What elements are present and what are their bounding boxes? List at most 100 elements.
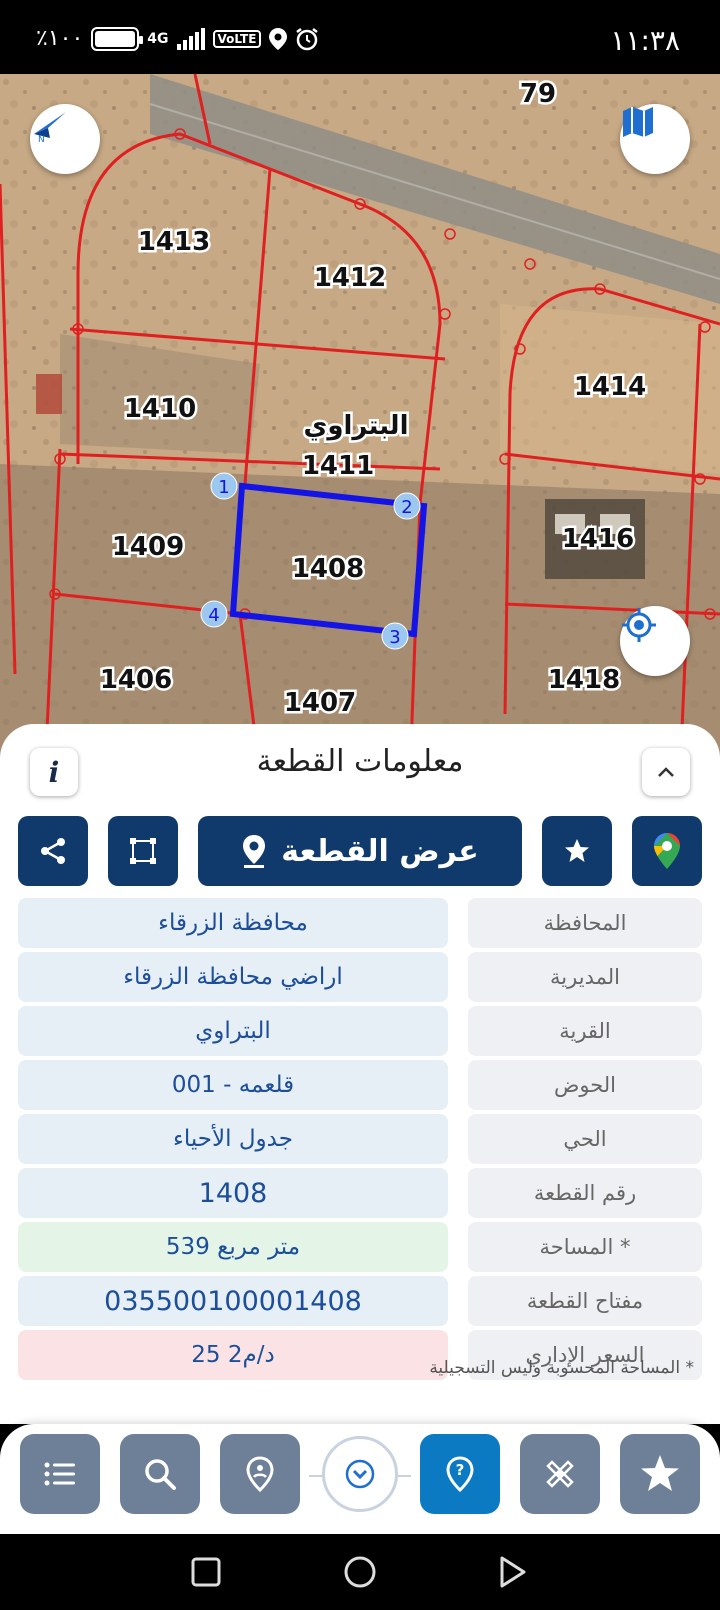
village-label: البتراوي [304, 411, 409, 441]
measure-button[interactable] [520, 1434, 600, 1514]
sheet-title: معلومات القطعة [256, 744, 464, 779]
satellite-map[interactable]: 1 2 3 4 1413 1412 1410 1411 1414 1409 14… [0, 74, 720, 774]
detail-value: البتراوي [18, 1006, 448, 1056]
parcel-number[interactable]: 1413 [135, 225, 212, 260]
compass-icon: N [34, 112, 66, 144]
detail-row-area: 539 متر مربع المساحة * [18, 1222, 702, 1272]
google-maps-button[interactable] [632, 816, 702, 886]
detail-value: 035500100001408 [18, 1276, 448, 1326]
location-pin-icon [246, 1456, 274, 1492]
collapse-button[interactable] [642, 748, 690, 796]
detail-value: اراضي محافظة الزرقاء [18, 952, 448, 1002]
chevron-down-icon [345, 1459, 375, 1489]
detail-row-village: البتراوي القرية [18, 1006, 702, 1056]
clock: ١١:٣٨ [610, 24, 680, 57]
battery-percent: ٪١٠٠ [36, 26, 84, 51]
parcel-number[interactable]: 79 [517, 77, 558, 112]
detail-row-parcel-key: 035500100001408 مفتاح القطعة [18, 1276, 702, 1326]
detail-label: المحافظة [468, 898, 702, 948]
show-parcel-button[interactable]: عرض القطعة [198, 816, 522, 886]
search-icon [145, 1459, 176, 1490]
favorite-button[interactable] [542, 816, 612, 886]
detail-label: الحوض [468, 1060, 702, 1110]
detail-value: 25 د/م2 [18, 1330, 448, 1380]
compass-button[interactable]: N [30, 104, 100, 174]
parcel-number[interactable]: 1408 [289, 552, 366, 587]
parcel-number[interactable]: 1418 [545, 663, 622, 698]
search-button[interactable] [120, 1434, 200, 1514]
detail-row-neighborhood: جدول الأحياء الحي [18, 1114, 702, 1164]
star-icon [565, 839, 589, 862]
list-icon [44, 1462, 75, 1486]
location-status-icon [269, 27, 288, 50]
detail-value: قلعمه - 001 [18, 1060, 448, 1110]
chevron-up-icon [658, 767, 674, 777]
detail-value: محافظة الزرقاء [18, 898, 448, 948]
network-type: 4G [147, 30, 169, 47]
detail-value: 1408 [18, 1168, 448, 1218]
location-pin-icon [243, 835, 266, 868]
list-button[interactable] [20, 1434, 100, 1514]
locate-me-button[interactable] [620, 606, 690, 676]
crosshair-icon [622, 608, 656, 642]
parcel-info-sheet: i معلومات القطعة DALEEL AQAR عرض القطعة … [0, 724, 720, 1424]
battery-icon [91, 26, 144, 51]
detail-row-basin: قلعمه - 001 الحوض [18, 1060, 702, 1110]
detail-label: مفتاح القطعة [468, 1276, 702, 1326]
signal-icon [176, 27, 205, 50]
layers-button[interactable] [620, 104, 690, 174]
my-location-button[interactable] [220, 1434, 300, 1514]
vertex-label: 4 [208, 605, 219, 626]
detail-value: 539 متر مربع [18, 1222, 448, 1272]
detail-label: رقم القطعة [468, 1168, 702, 1218]
vertex-label: 3 [389, 627, 400, 648]
show-parcel-label: عرض القطعة [281, 833, 479, 869]
recents-icon[interactable] [188, 1554, 224, 1590]
parcel-number[interactable]: 1406 [97, 663, 174, 698]
parcel-number[interactable]: 1412 [311, 261, 388, 296]
status-icons: ٪١٠٠ 4G VoLTE [36, 26, 319, 51]
detail-value: جدول الأحياء [18, 1114, 448, 1164]
parcel-query-button[interactable]: ? [420, 1434, 500, 1514]
detail-row-parcel-number: 1408 رقم القطعة [18, 1168, 702, 1218]
share-button[interactable] [18, 816, 88, 886]
parcel-number[interactable]: 1407 [281, 686, 358, 721]
parcel-number[interactable]: 1410 [121, 392, 198, 427]
parcel-map-canvas[interactable]: 1 2 3 4 1413 1412 1410 1411 1414 1409 14… [0, 74, 720, 774]
area-footnote: * المساحة المحسوبة وليس التسجيلية [429, 1358, 694, 1378]
detail-row-governorate: محافظة الزرقاء المحافظة [18, 898, 702, 948]
svg-text:N: N [38, 135, 45, 144]
detail-label: المساحة * [468, 1222, 702, 1272]
parcel-number[interactable]: 1414 [571, 370, 648, 405]
detail-label: الحي [468, 1114, 702, 1164]
favorites-button[interactable] [620, 1434, 700, 1514]
vertex-label: 2 [401, 497, 412, 518]
star-icon [641, 1455, 679, 1491]
volte-badge: VoLTE [212, 29, 262, 48]
measure-icon [546, 1460, 574, 1488]
status-bar: ٪١٠٠ 4G VoLTE ١١:٣٨ [0, 0, 720, 74]
parcel-number[interactable]: 1409 [109, 530, 186, 565]
expand-toggle-button[interactable] [309, 1436, 411, 1512]
svg-text:?: ? [456, 1461, 465, 1479]
share-icon [41, 838, 65, 864]
polygon-icon [130, 838, 156, 864]
detail-row-directorate: اراضي محافظة الزرقاء المديرية [18, 952, 702, 1002]
parcel-details-table: محافظة الزرقاء المحافظة اراضي محافظة الز… [18, 898, 702, 1384]
system-nav-bar [0, 1534, 720, 1610]
parcel-number[interactable]: 1411 [299, 449, 376, 484]
google-maps-icon [654, 833, 680, 869]
vertex-label: 1 [218, 477, 229, 498]
home-icon[interactable] [342, 1554, 378, 1590]
help-pin-icon: ? [446, 1456, 474, 1492]
back-icon[interactable] [494, 1554, 530, 1590]
alarm-icon [296, 27, 319, 50]
parcel-number[interactable]: 1416 [559, 522, 636, 557]
detail-label: القرية [468, 1006, 702, 1056]
action-row: عرض القطعة [18, 816, 702, 886]
sheet-header: i معلومات القطعة [0, 724, 720, 796]
bottom-toolbar: ? [0, 1424, 720, 1534]
detail-label: المديرية [468, 952, 702, 1002]
polygon-button[interactable] [108, 816, 178, 886]
map-icon [623, 107, 653, 137]
